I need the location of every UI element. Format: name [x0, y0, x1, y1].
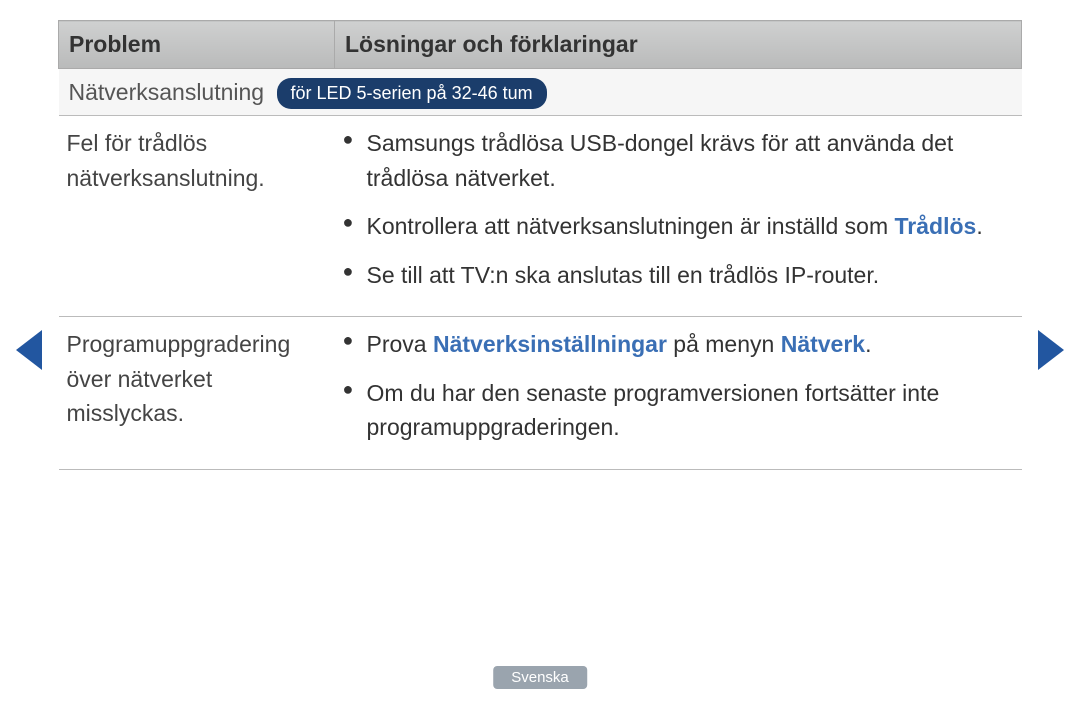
bullet-text: Kontrollera att nätverksanslutningen är …: [367, 213, 895, 239]
highlight-term: Trådlös: [895, 213, 977, 239]
solution-cell: Samsungs trådlösa USB-dongel krävs för a…: [335, 116, 1022, 317]
list-item: Kontrollera att nätverksanslutningen är …: [343, 209, 1014, 244]
section-title: Nätverksanslutning: [69, 79, 265, 105]
troubleshooting-table: Problem Lösningar och förklaringar Nätve…: [58, 20, 1022, 470]
bullet-text: Samsungs trådlösa USB-dongel krävs för a…: [367, 130, 954, 191]
nav-next-button[interactable]: [1038, 330, 1064, 370]
bullet-text: .: [865, 331, 871, 357]
bullet-text: Prova: [367, 331, 433, 357]
table-row: Programuppgradering över nätverket missl…: [59, 317, 1022, 470]
list-item: Om du har den senaste programversionen f…: [343, 376, 1014, 445]
bullet-text: .: [976, 213, 982, 239]
header-problem: Problem: [59, 21, 335, 69]
problem-cell: Fel för trådlös nätverksanslutning.: [59, 116, 335, 317]
bullet-text: Se till att TV:n ska anslutas till en tr…: [367, 262, 880, 288]
section-row: Nätverksanslutning för LED 5-serien på 3…: [59, 68, 1022, 116]
list-item: Samsungs trådlösa USB-dongel krävs för a…: [343, 126, 1014, 195]
list-item: Prova Nätverksinställningar på menyn Nät…: [343, 327, 1014, 362]
solution-cell: Prova Nätverksinställningar på menyn Nät…: [335, 317, 1022, 470]
list-item: Se till att TV:n ska anslutas till en tr…: [343, 258, 1014, 293]
table-row: Fel för trådlös nätverksanslutning. Sams…: [59, 116, 1022, 317]
header-solution: Lösningar och förklaringar: [335, 21, 1022, 69]
problem-cell: Programuppgradering över nätverket missl…: [59, 317, 335, 470]
bullet-text: på menyn: [667, 331, 781, 357]
language-badge: Svenska: [493, 666, 587, 689]
highlight-term: Nätverk: [781, 331, 865, 357]
nav-prev-button[interactable]: [16, 330, 42, 370]
highlight-term: Nätverksinställningar: [433, 331, 667, 357]
section-badge: för LED 5-serien på 32-46 tum: [277, 78, 547, 109]
bullet-text: Om du har den senaste programversionen f…: [367, 380, 940, 441]
